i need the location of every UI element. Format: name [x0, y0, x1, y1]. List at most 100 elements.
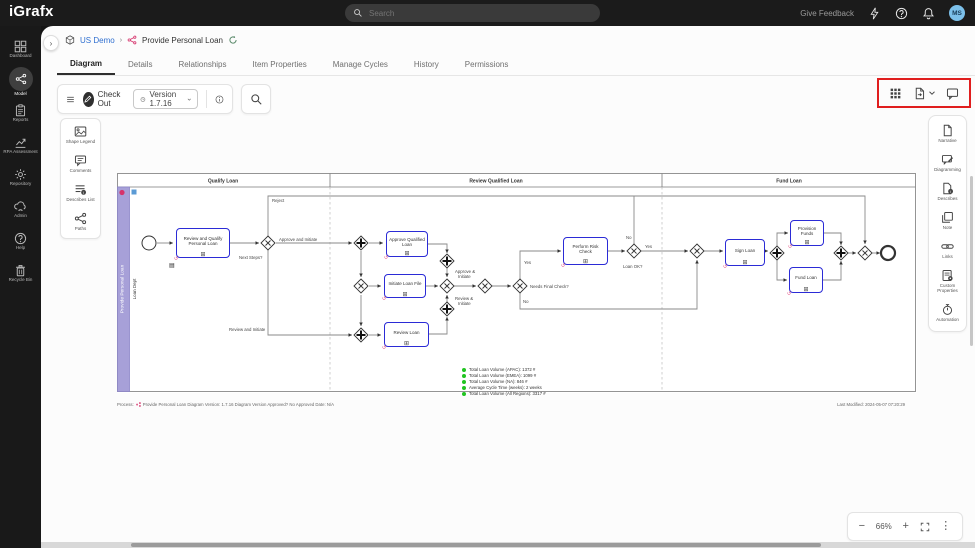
- sidebar-item-rpa-assessment[interactable]: RPA Assessment: [0, 130, 41, 161]
- sidebar-item-help[interactable]: Help: [0, 226, 41, 257]
- end-event[interactable]: [881, 246, 895, 260]
- task-initiate-loan-file[interactable]: Initiate Loan File ⊞↺: [384, 274, 426, 298]
- tab-relationships[interactable]: Relationships: [165, 54, 239, 75]
- zoom-controls: − 66% + ⋮: [847, 512, 963, 541]
- model-icon: [15, 73, 27, 85]
- custom-properties-icon: [941, 269, 954, 282]
- shape-legend-icon: [74, 125, 87, 138]
- task-perform-risk-check[interactable]: Perform Risk Check ⊞↺: [563, 237, 608, 265]
- note-icon: [941, 211, 954, 224]
- legend-dot-icon: [462, 368, 466, 372]
- svg-text:Initiate: Initiate: [458, 274, 471, 279]
- zoom-out-button[interactable]: −: [859, 521, 865, 532]
- narrative-button[interactable]: Narrative: [931, 124, 964, 144]
- tab-permissions[interactable]: Permissions: [452, 54, 522, 75]
- main-content: › US Demo › Provide Personal Loan Diagra…: [41, 26, 975, 548]
- zoom-in-button[interactable]: +: [902, 521, 908, 532]
- last-modified-text: Last Modified: 2024-05-07 07:20:29: [837, 402, 905, 407]
- svg-text:Loan OK?: Loan OK?: [623, 264, 643, 269]
- global-search[interactable]: [345, 4, 600, 22]
- more-options-button[interactable]: ⋮: [940, 521, 951, 532]
- resource-loop-icon: ↺: [174, 257, 178, 262]
- svg-text:Reject: Reject: [272, 198, 285, 203]
- custom-properties-button[interactable]: Custom Properties: [931, 269, 964, 294]
- diagramming-button[interactable]: Diagramming: [931, 153, 964, 173]
- tab-manage-cycles[interactable]: Manage Cycles: [320, 54, 401, 75]
- pool-label: Provide Personal Loan: [120, 264, 126, 313]
- start-event[interactable]: [142, 236, 156, 250]
- automation-icon: [941, 303, 954, 316]
- breadcrumb-parent[interactable]: US Demo: [80, 36, 115, 45]
- help-icon[interactable]: [895, 7, 908, 20]
- notifications-bell-icon[interactable]: [922, 7, 935, 20]
- svg-text:Initiate: Initiate: [458, 301, 471, 306]
- process-icon: [127, 35, 137, 45]
- note-button[interactable]: Note: [931, 211, 964, 231]
- sidebar-item-model[interactable]: Model: [0, 66, 41, 97]
- links-icon: [941, 240, 954, 253]
- tab-item-properties[interactable]: Item Properties: [240, 54, 320, 75]
- chevron-down-icon: [187, 96, 192, 103]
- tab-history[interactable]: History: [401, 54, 452, 75]
- legend-item: Total Loan Volume (All Regions): 3317 #: [462, 391, 546, 396]
- sidebar-item-reports[interactable]: Reports: [0, 98, 41, 129]
- diagram-canvas[interactable]: Qualify Loan Review Qualified Loan Fund …: [117, 173, 917, 393]
- menu-icon[interactable]: [66, 93, 75, 106]
- sidebar-item-dashboard[interactable]: Dashboard: [0, 34, 41, 65]
- fullscreen-icon[interactable]: [920, 522, 930, 532]
- version-dropdown[interactable]: Version 1.7.16: [133, 89, 199, 109]
- svg-text:No: No: [626, 235, 632, 240]
- shape-legend-button[interactable]: Shape Legend: [63, 125, 98, 145]
- legend-item: Average Cycle Time (weeks): 2 weeks: [462, 385, 546, 390]
- help-circle-icon: [14, 232, 27, 245]
- paths-icon: [74, 212, 87, 225]
- info-icon[interactable]: [215, 93, 224, 106]
- links-button[interactable]: Links: [931, 240, 964, 260]
- give-feedback-link[interactable]: Give Feedback: [800, 9, 854, 18]
- phase-review-qualified-loan: Review Qualified Loan: [469, 179, 522, 185]
- automation-button[interactable]: Automation: [931, 303, 964, 323]
- svg-text:Review and Initiate: Review and Initiate: [229, 327, 266, 332]
- svg-text:Needs Final Check?: Needs Final Check?: [530, 284, 569, 289]
- task-review-loan[interactable]: Review Loan ⊞↺: [384, 322, 429, 347]
- task-sign-loan[interactable]: Sign Loan ⊞↺: [725, 239, 765, 266]
- search-input[interactable]: [369, 9, 569, 18]
- admin-icon: [14, 200, 27, 213]
- version-history-icon: [140, 95, 146, 104]
- user-avatar[interactable]: MS: [949, 5, 965, 21]
- task-approve-qualified-loan[interactable]: Approve Qualified Loan ⊞↺: [386, 231, 428, 257]
- tab-details[interactable]: Details: [115, 54, 165, 75]
- sidebar-item-recycle-bin[interactable]: Recycle Bin: [0, 258, 41, 289]
- phase-qualify-loan: Qualify Loan: [208, 179, 238, 185]
- comments-button[interactable]: Comments: [63, 154, 98, 174]
- comment-icon[interactable]: [946, 87, 959, 100]
- app-sidebar: Dashboard Model Reports R: [0, 26, 41, 548]
- export-control[interactable]: [913, 87, 936, 100]
- vertical-scrollbar[interactable]: [970, 176, 973, 346]
- horizontal-scrollbar[interactable]: [41, 542, 975, 548]
- paths-button[interactable]: Paths: [63, 212, 98, 232]
- describes-button[interactable]: i Describes: [931, 182, 964, 202]
- canvas-left-tools: Shape Legend Comments i Describes List: [60, 118, 101, 239]
- describes-list-button[interactable]: i Describes List: [63, 183, 98, 203]
- collapse-panel-button[interactable]: ›: [43, 35, 59, 51]
- kpi-legend: Total Loan Volume (APAC): 1372 # Total L…: [462, 367, 546, 396]
- task-fund-loan[interactable]: Fund Loan ⊞↺: [789, 267, 823, 293]
- task-provision-funds[interactable]: Provision Funds ⊞↺: [790, 220, 824, 246]
- legend-item: Total Loan Volume (NA): 846 #: [462, 379, 546, 384]
- tab-bar: Diagram Details Relationships Item Prope…: [57, 54, 975, 76]
- task-review-and-qualify-personal-loan[interactable]: Review and Qualify Personal Loan ⊞ ↺ ▤: [176, 228, 230, 258]
- svg-text:Approve and Initiate: Approve and Initiate: [279, 237, 318, 242]
- apps-grid-icon[interactable]: [889, 87, 902, 100]
- tab-diagram[interactable]: Diagram: [57, 54, 115, 75]
- sidebar-item-admin[interactable]: Admin: [0, 194, 41, 225]
- breadcrumb-separator: ›: [120, 37, 122, 44]
- sidebar-item-repository[interactable]: Repository: [0, 162, 41, 193]
- comments-icon: [74, 154, 87, 167]
- lightning-icon[interactable]: [868, 7, 881, 20]
- diagram-search-button[interactable]: [241, 84, 271, 114]
- describes-icon: i: [941, 182, 954, 195]
- scrollbar-thumb[interactable]: [131, 543, 821, 547]
- check-out-button[interactable]: Check Out: [83, 90, 125, 108]
- pencil-icon: [83, 92, 94, 107]
